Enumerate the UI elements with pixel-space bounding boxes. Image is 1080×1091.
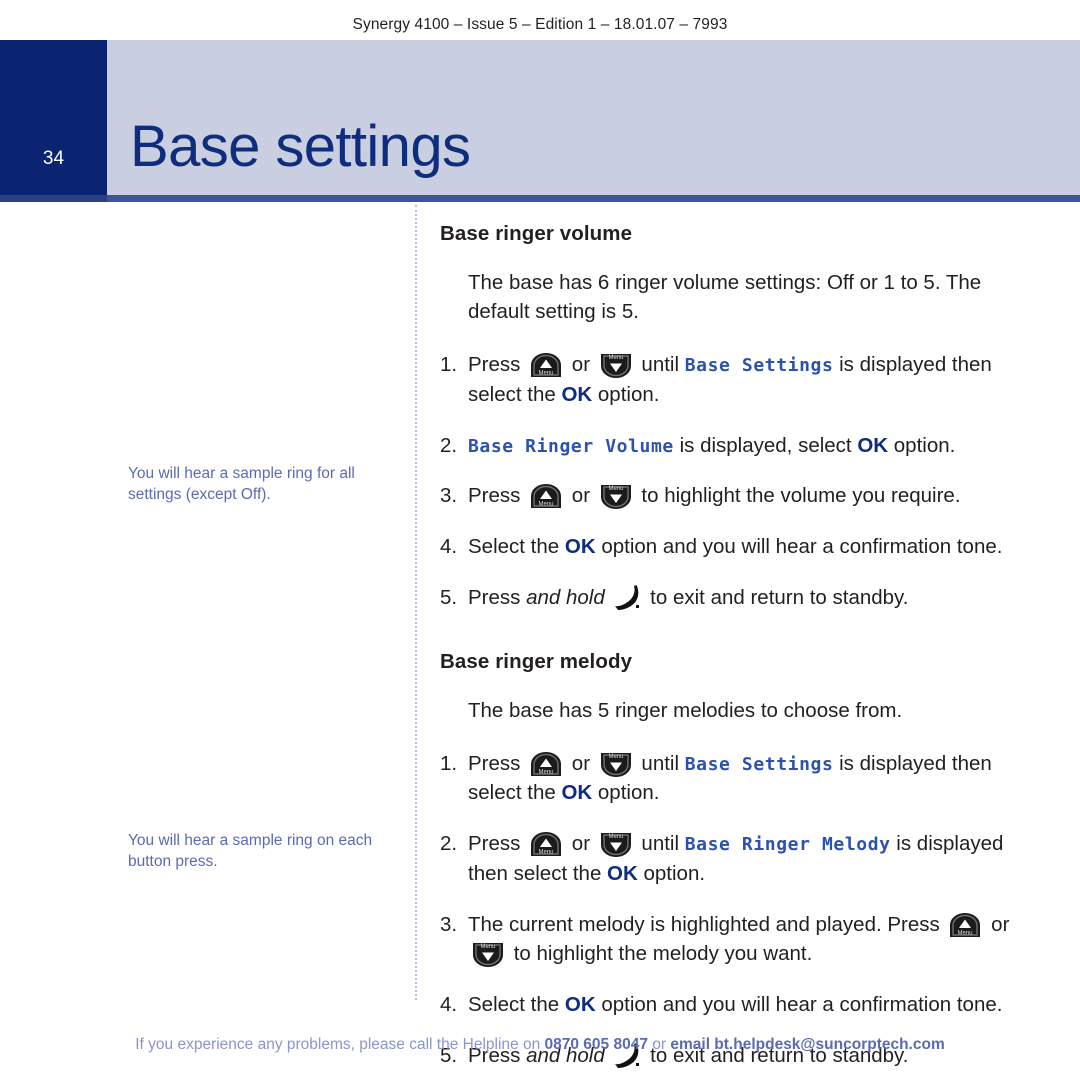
step-text: Press bbox=[468, 353, 527, 377]
step-item: 3. The current melody is highlighted and … bbox=[440, 910, 1020, 969]
svg-text:Menu: Menu bbox=[608, 754, 623, 760]
menu-down-key-icon: Menu bbox=[598, 832, 634, 858]
step-text: The current melody is highlighted and pl… bbox=[468, 912, 946, 936]
column-divider bbox=[415, 205, 417, 1000]
step-text: or bbox=[566, 484, 596, 508]
footer-mid: or bbox=[647, 1036, 671, 1053]
step-text: option. bbox=[592, 781, 660, 805]
lcd-display-text: Base Ringer Melody bbox=[684, 834, 891, 856]
step-number: 3. bbox=[440, 912, 458, 936]
step-text: or bbox=[566, 832, 596, 856]
menu-down-key-icon: Menu bbox=[598, 752, 634, 777]
step-item: 2. Base Ringer Volume is displayed, selec… bbox=[440, 431, 1020, 461]
hangup-key-icon bbox=[613, 584, 641, 611]
section-intro: The base has 5 ringer melodies to choose… bbox=[468, 698, 903, 722]
step-number: 1. bbox=[440, 353, 458, 377]
footer-phone: 0870 605 8047 bbox=[544, 1036, 648, 1053]
menu-down-key-icon: Menu bbox=[470, 942, 506, 968]
svg-text:Menu: Menu bbox=[539, 769, 554, 775]
ok-softkey-label: OK bbox=[607, 861, 638, 885]
step-list: 1. Press Menu or Menu until Base Settings… bbox=[440, 350, 1020, 612]
step-text: or bbox=[566, 353, 596, 377]
ok-softkey-label: OK bbox=[564, 535, 596, 559]
step-text: option and you will hear a confirmation … bbox=[595, 535, 1003, 559]
svg-text:Menu: Menu bbox=[608, 487, 623, 493]
step-text: or bbox=[566, 751, 596, 775]
svg-text:Menu: Menu bbox=[539, 502, 554, 508]
svg-text:Menu: Menu bbox=[608, 834, 623, 840]
step-text: is displayed, select bbox=[673, 433, 858, 457]
step-text: option. bbox=[592, 382, 660, 406]
step-text: Press bbox=[468, 484, 527, 508]
lcd-display-text: Base Settings bbox=[684, 753, 834, 775]
step-number: 2. bbox=[440, 832, 458, 856]
menu-up-key-icon: Menu bbox=[528, 751, 564, 777]
step-item: 4. Select the OK option and you will hear… bbox=[440, 532, 1020, 562]
step-number: 5. bbox=[440, 585, 458, 609]
ok-softkey-label: OK bbox=[561, 382, 593, 406]
section-title: Base ringer melody bbox=[440, 649, 633, 673]
step-text: Select the bbox=[468, 535, 565, 559]
step-item: 3. Press Menu or Menu to highlight the vo… bbox=[440, 481, 1020, 511]
step-text: until bbox=[635, 353, 685, 377]
step-text: to highlight the volume you require. bbox=[635, 484, 961, 508]
step-text: option. bbox=[888, 433, 956, 457]
running-header: Synergy 4100 – Issue 5 – Edition 1 – 18.… bbox=[352, 16, 728, 33]
section-intro: The base has 6 ringer volume settings: O… bbox=[468, 271, 982, 324]
menu-down-key-icon: Menu bbox=[598, 353, 634, 379]
margin-note-1: You will hear a sample ring for all sett… bbox=[128, 465, 355, 503]
step-item: 2. Press Menu or Menu until Base Ringer M… bbox=[440, 829, 1020, 888]
ok-softkey-label: OK bbox=[857, 433, 889, 457]
banner-tab-foot bbox=[0, 195, 107, 202]
banner-rule bbox=[107, 195, 1080, 202]
svg-text:Menu: Menu bbox=[958, 930, 973, 936]
step-text: to highlight the melody you want. bbox=[508, 942, 813, 966]
lcd-display-text: Base Settings bbox=[684, 355, 834, 377]
step-item: 1. Press Menu or Menu until Base Settings… bbox=[440, 350, 1020, 409]
page-title: Base settings bbox=[130, 114, 471, 179]
step-list: 1. Press Menu or Menu until Base Settings… bbox=[440, 749, 1020, 1071]
step-text: Press bbox=[468, 751, 527, 775]
step-text: until bbox=[635, 832, 685, 856]
step-number: 4. bbox=[440, 535, 458, 559]
page-number: 34 bbox=[42, 148, 65, 169]
step-item: 5. Press and hold to exit and return to s… bbox=[440, 583, 1020, 613]
ok-softkey-label: OK bbox=[564, 992, 596, 1016]
step-number: 3. bbox=[440, 484, 458, 508]
menu-down-key-icon: Menu bbox=[598, 484, 634, 510]
menu-up-key-icon: Menu bbox=[528, 832, 564, 857]
ok-softkey-label: OK bbox=[561, 781, 593, 805]
main-content: Base ringer volume The base has 6 ringer … bbox=[440, 222, 1020, 1091]
menu-up-key-icon: Menu bbox=[528, 484, 564, 509]
step-text: to exit and return to standby. bbox=[644, 585, 909, 609]
step-text: or bbox=[985, 912, 1010, 936]
svg-text:Menu: Menu bbox=[539, 850, 554, 856]
lcd-display-text: Base Ringer Volume bbox=[468, 435, 674, 457]
page-footer: If you experience any problems, please c… bbox=[0, 1036, 1080, 1054]
menu-up-key-icon: Menu bbox=[947, 912, 983, 938]
step-text: Press bbox=[468, 832, 527, 856]
section-title: Base ringer volume bbox=[440, 222, 633, 245]
page-number-tab bbox=[0, 40, 107, 195]
step-number: 1. bbox=[440, 751, 458, 775]
emphasis-text: and hold bbox=[526, 585, 605, 609]
menu-up-key-icon: Menu bbox=[528, 353, 564, 378]
step-number: 4. bbox=[440, 992, 458, 1016]
step-text bbox=[605, 586, 611, 609]
step-item: 4. Select the OK option and you will hear… bbox=[440, 990, 1020, 1020]
step-text: option and you will hear a confirmation … bbox=[595, 992, 1003, 1016]
svg-text:Menu: Menu bbox=[480, 944, 495, 950]
step-item: 1. Press Menu or Menu until Base Settings… bbox=[440, 749, 1020, 808]
svg-text:Menu: Menu bbox=[608, 355, 623, 361]
margin-note-2: You will hear a sample ring on each butt… bbox=[128, 832, 373, 870]
step-text: option. bbox=[637, 861, 706, 885]
step-number: 2. bbox=[440, 433, 458, 457]
footer-lead: If you experience any problems, please c… bbox=[135, 1036, 545, 1053]
footer-email[interactable]: email bt.helpdesk@suncorptech.com bbox=[670, 1036, 944, 1053]
step-text: until bbox=[635, 751, 685, 775]
step-text: Press bbox=[468, 585, 527, 609]
svg-text:Menu: Menu bbox=[539, 371, 554, 377]
step-text: Select the bbox=[468, 992, 565, 1016]
